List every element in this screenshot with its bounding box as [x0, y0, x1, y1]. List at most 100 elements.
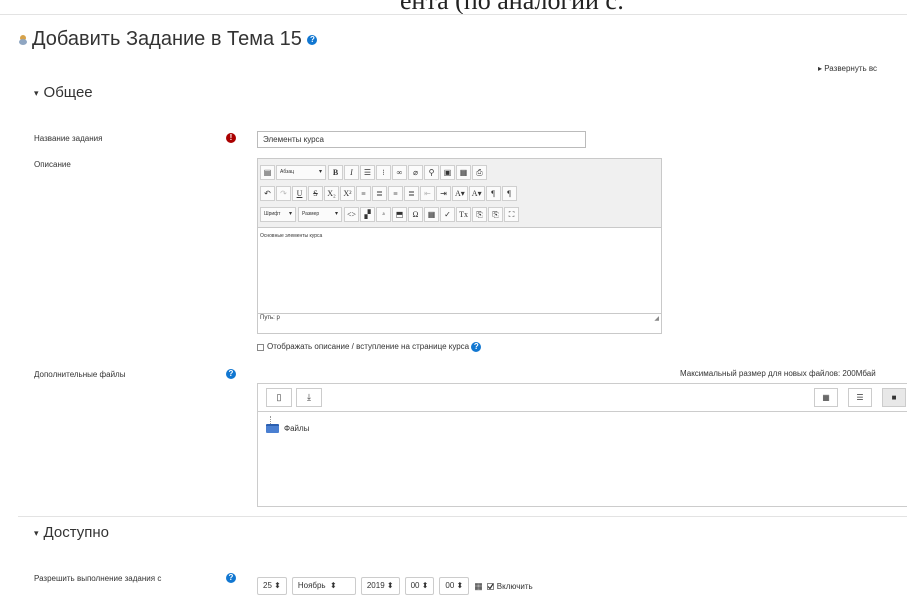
section-divider [18, 516, 907, 517]
collapse-caret-icon: ▾ [34, 527, 39, 538]
table-button[interactable]: ▦ [424, 207, 440, 222]
show-description-label: Отображать описание / вступление на стра… [267, 342, 470, 352]
day-select[interactable]: 25 ⬍ [257, 577, 287, 595]
max-file-size-text: Максимальный размер для новых файлов: 20… [680, 369, 876, 378]
year-value: 2019 [366, 581, 385, 590]
enable-label: Включить [496, 581, 533, 591]
size-select-value: Размер [302, 211, 320, 217]
expand-all-link[interactable]: ▸ Развернуть вс [818, 64, 877, 73]
fullscreen-button[interactable]: ⛶ [504, 207, 520, 222]
allow-from-help-icon[interactable]: ? [226, 573, 236, 583]
upload-button[interactable]: ⬒ [392, 207, 408, 222]
list-view-icon[interactable]: ☰ [848, 388, 872, 407]
date-selector: 25 ⬍ Ноябрь ⬍ 2019 ⬍ 00 ⬍ 00 ⬍ ▦ Включит… [257, 577, 533, 595]
justify-button[interactable]: ≣ [404, 186, 419, 201]
special-char-button[interactable]: Ω [408, 207, 424, 222]
format-select-value: Абзац [280, 169, 295, 175]
day-value: 25 [263, 581, 272, 590]
show-description-help-icon[interactable]: ? [471, 342, 482, 352]
manage-files-button[interactable]: ⎙ [472, 165, 487, 180]
unlink-button[interactable]: ⌀ [408, 165, 423, 180]
strikethrough-button[interactable]: S [308, 186, 323, 201]
editor-content[interactable]: Основные элементы курса [258, 228, 661, 313]
indent-button[interactable]: ⇥ [436, 186, 451, 201]
calendar-icon[interactable]: ▦ [474, 581, 483, 592]
bold-button[interactable]: B [328, 165, 343, 180]
enable-checkbox[interactable] [486, 582, 494, 590]
section-general-title: Общее [43, 84, 93, 101]
section-general-header[interactable]: ▾ Общее [34, 84, 93, 101]
subscript-button[interactable]: X₂ [324, 186, 339, 201]
align-left-button[interactable]: ≡ [356, 186, 371, 201]
assignment-icon [19, 34, 27, 45]
section-availability-header[interactable]: ▾ Доступно [34, 524, 109, 541]
checkmark-icon [487, 583, 494, 589]
grid-view-icon[interactable]: ▦ [814, 388, 838, 407]
add-file-icon[interactable]: ▯ [266, 388, 292, 407]
resize-grip-icon[interactable]: ◢ [654, 315, 659, 322]
editor-statusbar: Путь: p ◢ [258, 313, 661, 324]
link-button[interactable]: ∞ [392, 165, 407, 180]
hour-select[interactable]: 00 ⬍ [404, 577, 435, 595]
name-label: Название задания [34, 134, 103, 143]
ltr-button[interactable]: ¶ [485, 186, 501, 201]
editor-path-text: Путь: p [260, 315, 280, 321]
italic-button[interactable]: I [344, 165, 359, 180]
image-button[interactable]: ▣ [440, 165, 455, 180]
show-description-checkbox[interactable] [257, 343, 264, 351]
size-select[interactable]: Размер ▾ [298, 207, 342, 222]
align-right-button[interactable]: ≡ [388, 186, 403, 201]
bullet-list-button[interactable]: ☰ [360, 165, 375, 180]
background-color-button[interactable]: A▾ [468, 186, 485, 201]
file-manager: ▯ ⤓ ▦ ☰ ■ Файлы [257, 383, 907, 507]
assignment-name-input[interactable] [257, 131, 586, 148]
underline-button[interactable]: U [292, 186, 307, 201]
year-select[interactable]: 2019 ⬍ [360, 577, 400, 595]
toolbar-row-1: ▤ Абзац ▾ B I ☰ ⁝ ∞ ⌀ ⚲ ▣ ▦ ⎙ [260, 162, 659, 183]
numbered-list-button[interactable]: ⁝ [376, 165, 391, 180]
paste-text-button[interactable]: ⎘ [472, 207, 488, 222]
required-icon: ! [226, 133, 236, 143]
files-label: Дополнительные файлы [34, 370, 126, 379]
file-manager-toolbar: ▯ ⤓ ▦ ☰ ■ [258, 384, 907, 412]
outdent-button[interactable]: ⇤ [420, 186, 435, 201]
align-center-button[interactable]: ≣ [372, 186, 387, 201]
file-tree-root[interactable]: Файлы [266, 424, 309, 434]
redo-button[interactable]: ↷ [276, 186, 291, 201]
page-title: Добавить Задание в Тема 15 ? [18, 28, 318, 51]
download-icon[interactable]: ⤓ [296, 388, 322, 407]
editor-toolbar: ▤ Абзац ▾ B I ☰ ⁝ ∞ ⌀ ⚲ ▣ ▦ ⎙ ↶ ↷ U S X₂ … [258, 159, 661, 228]
show-description-row[interactable]: Отображать описание / вступление на стра… [257, 342, 482, 352]
description-editor[interactable]: ▤ Абзац ▾ B I ☰ ⁝ ∞ ⌀ ⚲ ▣ ▦ ⎙ ↶ ↷ U S X₂ … [257, 158, 662, 334]
tree-view-icon[interactable]: ■ [882, 388, 906, 407]
files-help-icon[interactable]: ? [226, 369, 236, 379]
anchor-button[interactable]: ⚲ [424, 165, 439, 180]
hour-value: 00 [410, 581, 420, 590]
nonbreaking-button[interactable]: ᵃ [376, 207, 392, 222]
page-title-text: Добавить Задание в Тема 15 [32, 28, 302, 50]
font-select-value: Шрифт [264, 211, 281, 217]
minute-value: 00 [445, 581, 455, 590]
collapse-caret-icon: ▾ [34, 87, 39, 98]
find-replace-button[interactable]: ▞ [360, 207, 376, 222]
title-help-icon[interactable]: ? [307, 34, 318, 45]
section-availability-title: Доступно [43, 524, 109, 541]
spellcheck-button[interactable]: ✓ [440, 207, 456, 222]
undo-button[interactable]: ↶ [260, 186, 275, 201]
format-select[interactable]: Абзац ▾ [276, 165, 326, 180]
rtl-button[interactable]: ¶ [501, 186, 517, 201]
font-select[interactable]: Шрифт ▾ [260, 207, 296, 222]
allow-from-label: Разрешить выполнение задания с [34, 574, 162, 583]
month-select[interactable]: Ноябрь ⬍ [291, 577, 356, 595]
paste-word-button[interactable]: ⎘ [488, 207, 504, 222]
description-label: Описание [34, 160, 71, 169]
month-value: Ноябрь [297, 581, 326, 590]
clear-format-button[interactable]: Tx [456, 207, 472, 222]
minute-select[interactable]: 00 ⬍ [439, 577, 470, 595]
html-source-button[interactable]: <> [344, 207, 360, 222]
top-divider [0, 14, 907, 15]
media-button[interactable]: ▦ [456, 165, 471, 180]
superscript-button[interactable]: X² [340, 186, 355, 201]
toolbar-toggle-button[interactable]: ▤ [260, 165, 275, 180]
text-color-button[interactable]: A▾ [452, 186, 468, 201]
